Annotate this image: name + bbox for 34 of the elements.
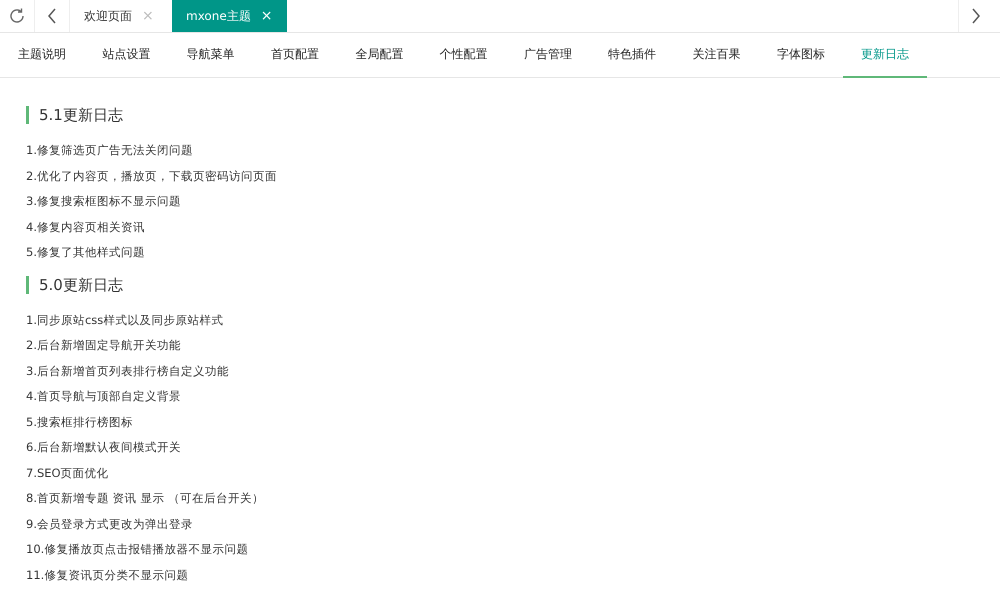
settings-tab[interactable]: 特色插件	[590, 33, 674, 78]
changelog-item: 4.首页导航与顶部自定义背景	[26, 388, 182, 405]
section-heading: 5.1更新日志	[26, 106, 1000, 124]
settings-tab[interactable]: 更新日志	[842, 33, 928, 78]
changelog-item: 4.修复内容页相关资讯	[26, 218, 146, 236]
changelog-item: 2.优化了内容页，播放页，下载页密码访问页面	[26, 168, 278, 184]
settings-tab[interactable]: 导航菜单	[168, 33, 253, 78]
changelog-item: 3.后台新增首页列表排行榜自定义功能	[26, 362, 230, 380]
changelog-item: 3.修复搜索框图标不显示问题	[26, 193, 182, 210]
tab-label[interactable]: mxone主题	[186, 8, 251, 24]
changelog-item: 2.后台新增固定导航开关功能	[26, 337, 182, 354]
changelog-item: 9.会员登录方式更改为弹出登录	[26, 516, 194, 532]
settings-tab[interactable]: 全局配置	[337, 33, 422, 78]
settings-tab[interactable]: 首页配置	[252, 33, 338, 78]
changelog-item: 5.修复了其他样式问题	[26, 244, 146, 261]
changelog-item: 7.SEO页面优化	[26, 464, 110, 482]
tab-label[interactable]: 欢迎页面	[84, 8, 132, 24]
page-tab[interactable]: mxone主题 ×	[172, 0, 286, 32]
settings-tab[interactable]: 主题说明	[0, 33, 84, 78]
changelog-item: 1.修复筛选页广告无法关闭问题	[26, 142, 194, 159]
changelog-item: 5.搜索框排行榜图标	[26, 414, 134, 430]
page-tab[interactable]: 欢迎页面 ×	[70, 0, 172, 32]
changelog-item: 11.修复资讯页分类不显示问题	[26, 566, 190, 584]
changelog-item: 10.修复播放页点击报错播放器不显示问题	[26, 541, 250, 558]
section-heading: 5.0更新日志	[26, 276, 1000, 294]
settings-tab[interactable]: 广告管理	[506, 33, 590, 78]
changelog-item: 6.后台新增默认夜间模式开关	[26, 439, 182, 456]
close-icon[interactable]: ×	[260, 8, 272, 24]
changelog-item: 1.同步原站css样式以及同步原站样式	[26, 312, 224, 328]
settings-tab[interactable]: 字体图标	[758, 33, 843, 78]
settings-tab[interactable]: 关注百果	[674, 33, 759, 78]
settings-tab[interactable]: 站点设置	[84, 33, 169, 78]
settings-tab[interactable]: 个性配置	[421, 33, 506, 78]
changelog-item: 8.首页新增专题 资讯 显示 （可在后台开关）	[26, 490, 265, 507]
